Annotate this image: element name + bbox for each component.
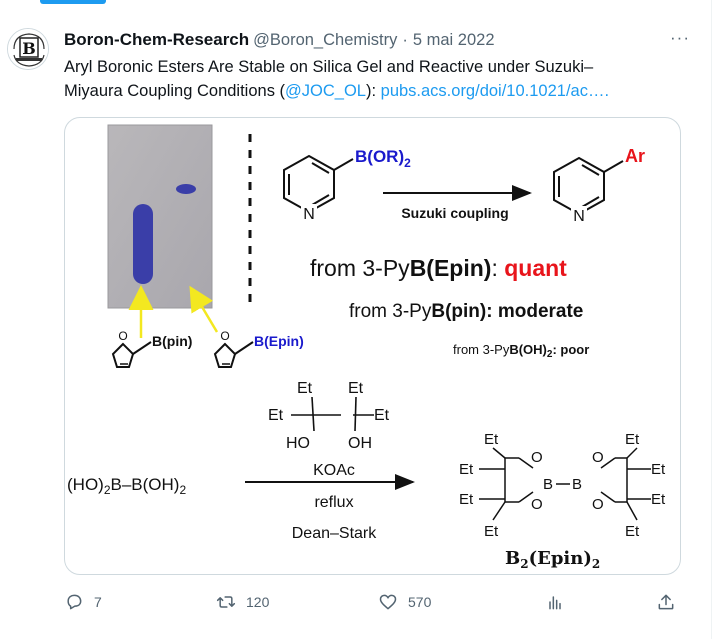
tweet-actions: 7 120 570 [0, 588, 712, 618]
chemistry-figure: O B(pin) O B(Epin) N B(OR)2 Suzuki coupl… [67, 124, 666, 571]
views-button[interactable] [545, 592, 565, 612]
share-icon [658, 594, 674, 610]
b2epin2-structure: O O B B O O Et Et Et Et Et Et Et Et [459, 431, 666, 540]
article-link[interactable]: pubs.acs.org/doi/10.1021/ac…. [381, 82, 609, 100]
svg-text:Et: Et [625, 431, 640, 448]
pyridine-reactant: N B(OR)2 [283, 147, 411, 223]
reply-icon [67, 594, 82, 610]
svg-text:B(pin): B(pin) [152, 333, 192, 349]
tweet-text: Aryl Boronic Esters Are Stable on Silica… [64, 55, 684, 103]
starting-material: (HO)2B–B(OH)2 [67, 475, 186, 497]
svg-text:Et: Et [484, 523, 499, 540]
retweet-icon [216, 596, 236, 608]
reagent-dean-stark: Dean–Stark [292, 525, 377, 542]
tweet-text-line2: Miyaura Coupling Conditions ( [64, 82, 286, 100]
tweet-text-line1: Aryl Boronic Esters Are Stable on Silica… [64, 58, 594, 76]
svg-text:OH: OH [348, 435, 372, 452]
heart-icon [379, 594, 397, 610]
svg-text:B(OR)2: B(OR)2 [355, 147, 411, 170]
tlc-spot-bpin [133, 204, 153, 284]
furan-bpin: O B(pin) [111, 329, 192, 368]
yield-bepin: from 3-PyB(Epin): quant [310, 255, 567, 281]
svg-text:N: N [303, 206, 315, 223]
svg-text:Ar: Ar [625, 146, 645, 166]
diol-reagent: Et Et Et Et HO OH [268, 380, 390, 452]
svg-text:O: O [118, 329, 127, 343]
more-options-icon[interactable]: ··· [670, 28, 690, 48]
tlc-spot-bepin [176, 184, 196, 194]
reagent-koac: KOAc [313, 462, 355, 479]
furan-bepin: O B(Epin) [213, 329, 304, 368]
yield-bpin: from 3-PyB(pin): moderate [349, 301, 583, 322]
analytics-icon [549, 596, 561, 610]
like-count: 570 [408, 594, 432, 610]
suzuki-label: Suzuki coupling [401, 205, 508, 221]
svg-text:Et: Et [625, 523, 640, 540]
svg-text:B: B [22, 39, 36, 58]
author-handle[interactable]: @Boron_Chemistry [253, 31, 397, 50]
tweet-date[interactable]: 5 mai 2022 [413, 31, 495, 50]
svg-text:O: O [220, 329, 229, 343]
retweet-button[interactable]: 120 [216, 592, 269, 612]
avatar[interactable]: B [7, 28, 49, 70]
svg-text:Et: Et [459, 461, 474, 478]
author-name[interactable]: Boron-Chem-Research [64, 30, 249, 50]
share-button[interactable] [656, 592, 676, 612]
svg-text:B(Epin): B(Epin) [254, 333, 304, 349]
svg-text:Et: Et [268, 407, 284, 424]
svg-text:Et: Et [651, 461, 666, 478]
reply-count: 7 [94, 594, 102, 610]
yield-boh2: from 3-PyB(OH)2: poor [453, 342, 589, 360]
reply-button[interactable]: 7 [64, 592, 102, 612]
active-tab-indicator [40, 0, 106, 4]
tweet-header: Boron-Chem-Research @Boron_Chemistry · 5… [64, 30, 495, 50]
svg-text:O: O [592, 496, 604, 513]
svg-text:O: O [531, 449, 543, 466]
svg-text:Et: Et [348, 380, 364, 397]
header-separator: · [402, 31, 408, 49]
svg-text:O: O [592, 449, 604, 466]
svg-text:Et: Et [459, 491, 474, 508]
avatar-logo-icon: B [8, 29, 48, 69]
like-button[interactable]: 570 [378, 592, 431, 612]
svg-text:Et: Et [297, 380, 313, 397]
reagent-reflux: reflux [314, 494, 353, 511]
svg-text:Et: Et [374, 407, 390, 424]
svg-text:HO: HO [286, 435, 310, 452]
svg-text:Et: Et [484, 431, 499, 448]
tweet-text-line2-post: ): [365, 82, 381, 100]
b2epin2-label: B2(Epin)2 [505, 548, 600, 571]
retweet-count: 120 [246, 594, 270, 610]
pyridine-product: N Ar [553, 146, 645, 225]
mention-link[interactable]: @JOC_OL [285, 82, 366, 100]
svg-text:N: N [573, 208, 585, 225]
tweet-image[interactable]: O B(pin) O B(Epin) N B(OR)2 Suzuki coupl… [64, 117, 681, 575]
tlc-plate [107, 124, 213, 309]
svg-text:B: B [572, 476, 582, 493]
svg-text:O: O [531, 496, 543, 513]
svg-text:B: B [543, 476, 553, 493]
svg-text:Et: Et [651, 491, 666, 508]
